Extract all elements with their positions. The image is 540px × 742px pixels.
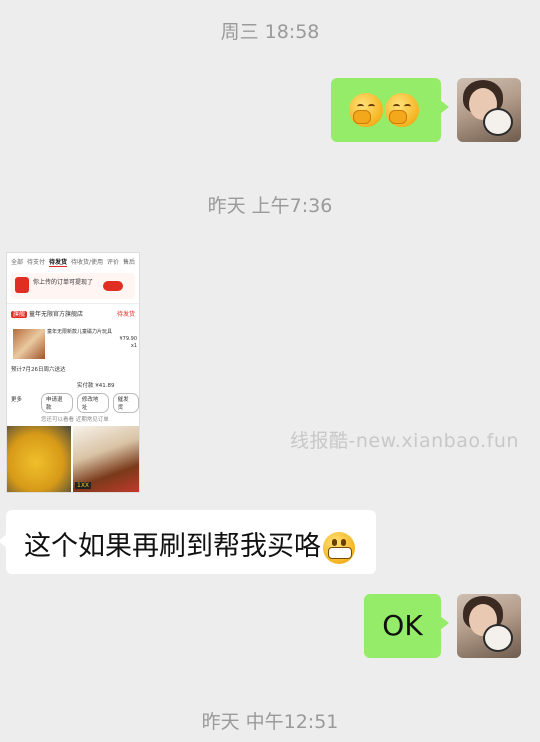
store-row: 旗舰 童年无限官方旗舰店 待发货 <box>7 307 139 320</box>
promo-title: 你上传的订单可提现了 <box>33 279 94 286</box>
urge-shipping-button: 催发货 <box>112 393 139 413</box>
face-with-hand-over-mouth-icon <box>349 93 383 127</box>
avatar[interactable] <box>457 594 521 658</box>
product-badge: 1XX <box>75 482 92 489</box>
outgoing-emoji-bubble[interactable] <box>331 78 449 142</box>
recommend-image-1 <box>7 426 71 492</box>
message-text: 这个如果再刷到帮我买咯 <box>24 531 321 562</box>
coupon-icon <box>15 277 29 293</box>
timestamp: 周三 18:58 <box>220 21 320 43</box>
more-label: 更多 <box>11 397 23 403</box>
recommendation-images: 1XX <box>7 426 139 492</box>
watermark: 线报酷-new.xianbao.fun <box>290 430 519 452</box>
tab-review: 评价 <box>106 259 119 266</box>
grinning-face-icon <box>323 531 355 564</box>
order-tabs: 全部 待支付 待发货 待收货/使用 评价 售后 <box>7 253 139 269</box>
paid-amount: 实付款 ¥41.89 <box>77 383 115 389</box>
outgoing-text-bubble[interactable]: OK <box>364 594 449 658</box>
order-action-buttons: 申请退款 修改地址 催发货 <box>41 393 139 413</box>
store-name: 童年无限官方旗舰店 <box>29 311 84 318</box>
promo-banner: 你上传的订单可提现了 <box>11 273 135 299</box>
product-price: ¥79.90 <box>119 336 138 342</box>
bottom-note: 您还可以看看 近期常见订单 <box>41 417 109 423</box>
tab-to-receive: 待收货/使用 <box>70 259 103 266</box>
order-status: 待发货 <box>116 311 135 318</box>
product-quantity: x1 <box>130 343 137 349</box>
incoming-text-bubble[interactable]: 这个如果再刷到帮我买咯 <box>0 510 376 574</box>
product-title: 童年无限新款儿童磁力片玩具 <box>47 329 113 335</box>
shared-screenshot-image[interactable]: 全部 待支付 待发货 待收货/使用 评价 售后 你上传的订单可提现了 旗舰 童年无… <box>6 252 140 493</box>
shipping-note: 预计7月26日周六送达 <box>11 367 66 373</box>
change-address-button: 修改地址 <box>76 393 109 413</box>
timestamp: 昨天 上午7:36 <box>207 195 333 217</box>
product-info: 童年无限新款儿童磁力片玩具 ¥79.90 x1 <box>47 329 137 350</box>
tab-unpaid: 待支付 <box>26 259 45 266</box>
message-text: OK <box>382 609 423 642</box>
store-tag: 旗舰 <box>11 311 28 318</box>
tab-after-sale: 售后 <box>122 259 135 266</box>
promo-button <box>103 281 123 291</box>
tab-to-ship: 待发货 <box>48 259 67 267</box>
product-thumbnail <box>13 329 45 359</box>
refund-button: 申请退款 <box>41 393 73 413</box>
avatar[interactable] <box>457 78 521 142</box>
tab-all: 全部 <box>11 259 24 266</box>
face-with-hand-over-mouth-icon <box>385 93 419 127</box>
timestamp: 昨天 中午12:51 <box>201 711 339 733</box>
recommend-image-2: 1XX <box>73 426 139 492</box>
